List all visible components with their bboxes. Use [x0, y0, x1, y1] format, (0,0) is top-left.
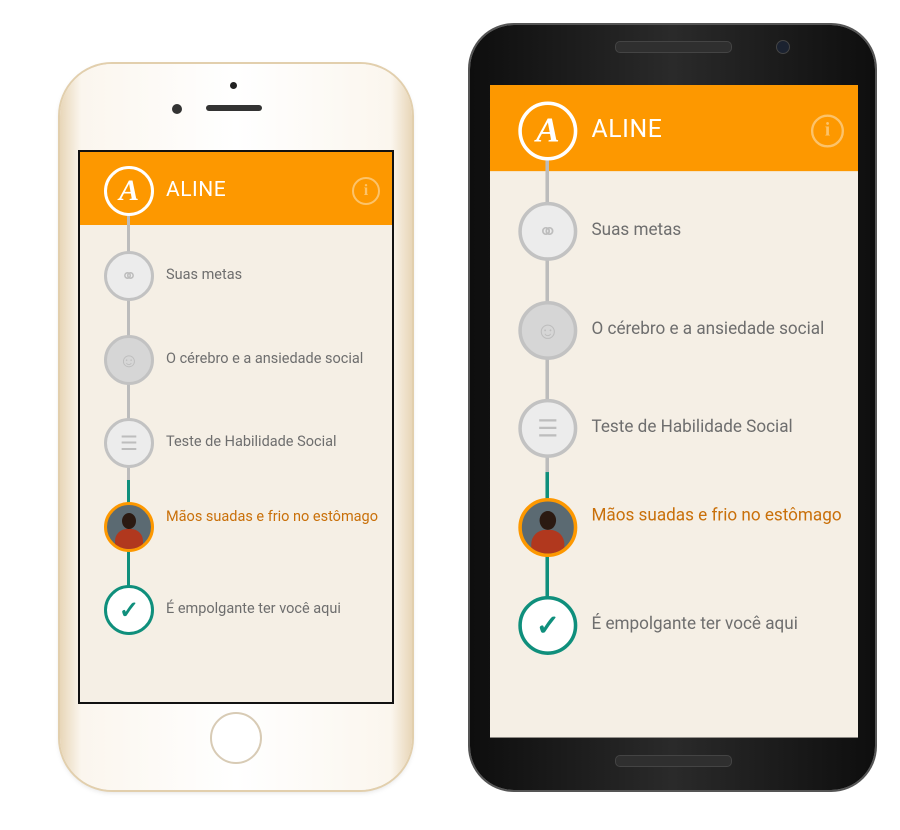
- top-speaker: [615, 41, 732, 53]
- aline-logo[interactable]: A: [518, 101, 578, 161]
- step-label: Teste de Habilidade Social: [591, 416, 793, 437]
- front-camera: [172, 104, 182, 114]
- front-camera: [776, 40, 790, 54]
- step-item-active[interactable]: Mãos suadas e frio no estômago: [490, 497, 858, 557]
- step-item-active[interactable]: Mãos suadas e frio no estômago: [80, 502, 392, 552]
- info-person-icon[interactable]: i: [352, 177, 380, 205]
- binoculars-icon: ⚭: [518, 201, 578, 261]
- step-item[interactable]: ☰ Teste de Habilidade Social: [80, 418, 392, 468]
- home-button[interactable]: [210, 712, 262, 764]
- iphone-device: ALINE i A ⚭ Suas metas ☺ O cérebro e a a…: [60, 64, 412, 790]
- step-item[interactable]: ⚭ Suas metas: [490, 201, 858, 261]
- info-person-icon[interactable]: i: [810, 114, 844, 148]
- checkmark-icon: ✓: [104, 585, 154, 635]
- aline-logo[interactable]: A: [104, 166, 154, 216]
- step-label: É empolgante ter você aqui: [166, 600, 341, 617]
- app-title: ALINE: [591, 115, 663, 144]
- step-item[interactable]: ☺ O cérebro e a ansiedade social: [490, 300, 858, 360]
- android-screen: ALINE i A ⚭ Suas metas ☺ O cérebro e a a…: [490, 85, 858, 738]
- iphone-screen: ALINE i A ⚭ Suas metas ☺ O cérebro e a a…: [78, 150, 394, 704]
- app-screen: ALINE i A ⚭ Suas metas ☺ O cérebro e a a…: [80, 152, 392, 702]
- brain-illustration-icon: ☺: [104, 335, 154, 385]
- android-device: ALINE i A ⚭ Suas metas ☺ O cérebro e a a…: [470, 25, 875, 790]
- step-item-goal[interactable]: ✓ É empolgante ter você aqui: [490, 595, 858, 655]
- step-item[interactable]: ☺ O cérebro e a ansiedade social: [80, 335, 392, 385]
- step-label: Suas metas: [166, 266, 243, 283]
- step-label: Suas metas: [591, 219, 682, 240]
- step-item[interactable]: ☰ Teste de Habilidade Social: [490, 398, 858, 458]
- step-label: É empolgante ter você aqui: [591, 613, 798, 634]
- bottom-speaker: [615, 755, 732, 767]
- step-label: O cérebro e a ansiedade social: [591, 318, 825, 339]
- app-screen: ALINE i A ⚭ Suas metas ☺ O cérebro e a a…: [490, 85, 858, 738]
- checkmark-icon: ✓: [518, 595, 578, 655]
- step-label-active: Mãos suadas e frio no estômago: [166, 508, 378, 525]
- clipboard-icon: ☰: [104, 418, 154, 468]
- person-at-desk-icon: [518, 497, 578, 557]
- step-item-goal[interactable]: ✓ É empolgante ter você aqui: [80, 585, 392, 635]
- clipboard-icon: ☰: [518, 398, 578, 458]
- binoculars-icon: ⚭: [104, 251, 154, 301]
- brain-illustration-icon: ☺: [518, 300, 578, 360]
- step-label: O cérebro e a ansiedade social: [166, 350, 364, 367]
- proximity-sensor: [230, 82, 237, 89]
- person-at-desk-icon: [104, 502, 154, 552]
- step-item[interactable]: ⚭ Suas metas: [80, 251, 392, 301]
- earpiece-speaker: [206, 105, 262, 111]
- app-title: ALINE: [166, 178, 227, 202]
- step-label: Teste de Habilidade Social: [166, 433, 337, 450]
- step-label-active: Mãos suadas e frio no estômago: [591, 505, 842, 526]
